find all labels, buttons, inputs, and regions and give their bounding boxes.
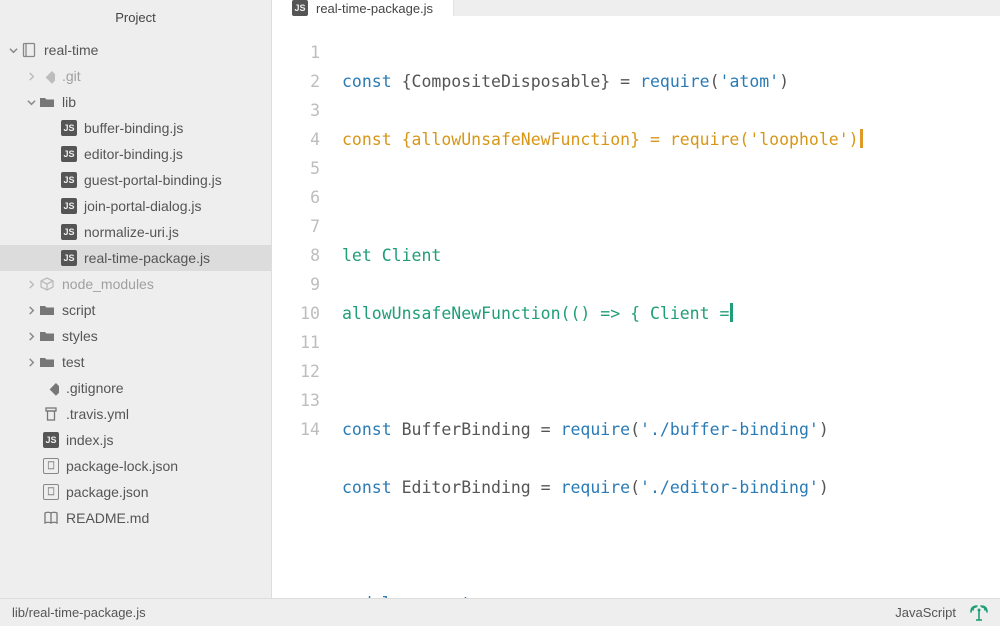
chevron-down-icon[interactable] [6, 46, 20, 55]
file-tree: real-time .git lib [0, 35, 271, 598]
tree-label: .gitignore [66, 380, 263, 396]
tree-file-gitignore[interactable]: .gitignore [0, 375, 271, 401]
tree-file-join-portal-dialog[interactable]: JS join-portal-dialog.js [0, 193, 271, 219]
folder-open-icon [38, 94, 56, 110]
line-number: 14 [272, 415, 320, 444]
tree-label: script [62, 302, 263, 318]
tree-label: real-time-package.js [84, 250, 263, 266]
repo-icon [20, 42, 38, 58]
line-number: 12 [272, 357, 320, 386]
tree-file-index-js[interactable]: JS index.js [0, 427, 271, 453]
tree-label: test [62, 354, 263, 370]
travis-icon [42, 406, 60, 422]
tree-file-package-lock[interactable]: ⎕ package-lock.json [0, 453, 271, 479]
tree-file-editor-binding[interactable]: JS editor-binding.js [0, 141, 271, 167]
tree-file-buffer-binding[interactable]: JS buffer-binding.js [0, 115, 271, 141]
tab-bar: JS real-time-package.js [272, 0, 1000, 16]
tree-file-readme[interactable]: README.md [0, 505, 271, 531]
tree-file-normalize-uri[interactable]: JS normalize-uri.js [0, 219, 271, 245]
tree-label: styles [62, 328, 263, 344]
project-sidebar: Project real-time .git [0, 0, 272, 598]
remote-cursor-icon [730, 303, 733, 322]
remote-cursor-icon [860, 129, 863, 148]
book-icon [42, 510, 60, 526]
line-number: 1 [272, 38, 320, 67]
tree-folder-git[interactable]: .git [0, 63, 271, 89]
tree-root-real-time[interactable]: real-time [0, 37, 271, 63]
tree-label: .git [62, 68, 263, 84]
line-number: 2 [272, 67, 320, 96]
tree-label: package-lock.json [66, 458, 263, 474]
tree-label: editor-binding.js [84, 146, 263, 162]
folder-icon [38, 328, 56, 344]
chevron-right-icon[interactable] [24, 280, 38, 289]
tree-folder-script[interactable]: script [0, 297, 271, 323]
tree-label: normalize-uri.js [84, 224, 263, 240]
code-editor[interactable]: 1 2 3 4 5 6 7 8 9 10 11 12 13 14 const {… [272, 16, 1000, 598]
tree-label: .travis.yml [66, 406, 263, 422]
json-file-icon: ⎕ [42, 458, 60, 474]
tree-label: package.json [66, 484, 263, 500]
tree-label: index.js [66, 432, 263, 448]
js-file-icon: JS [60, 146, 78, 162]
js-file-icon: JS [60, 250, 78, 266]
editor-area: JS real-time-package.js 1 2 3 4 5 6 7 8 … [272, 0, 1000, 598]
tree-file-package-json[interactable]: ⎕ package.json [0, 479, 271, 505]
code-content[interactable]: const {CompositeDisposable} = require('a… [342, 38, 1000, 598]
tab-label: real-time-package.js [316, 1, 433, 16]
status-file-path[interactable]: lib/real-time-package.js [12, 605, 146, 620]
tree-file-guest-portal-binding[interactable]: JS guest-portal-binding.js [0, 167, 271, 193]
status-language[interactable]: JavaScript [895, 605, 956, 620]
chevron-right-icon[interactable] [24, 306, 38, 315]
line-gutter: 1 2 3 4 5 6 7 8 9 10 11 12 13 14 [272, 38, 342, 598]
js-file-icon: JS [42, 432, 60, 448]
js-file-icon: JS [60, 172, 78, 188]
line-number: 9 [272, 270, 320, 299]
tree-file-real-time-package[interactable]: JS real-time-package.js [0, 245, 271, 271]
chevron-down-icon[interactable] [24, 98, 38, 107]
js-file-icon: JS [60, 120, 78, 136]
line-number: 13 [272, 386, 320, 415]
js-file-icon: JS [60, 224, 78, 240]
tree-label: buffer-binding.js [84, 120, 263, 136]
status-bar: lib/real-time-package.js JavaScript [0, 598, 1000, 626]
tree-label: README.md [66, 510, 263, 526]
tree-folder-styles[interactable]: styles [0, 323, 271, 349]
tree-label: node_modules [62, 276, 263, 292]
tree-label: lib [62, 94, 263, 110]
chevron-right-icon[interactable] [24, 358, 38, 367]
sidebar-title: Project [0, 0, 271, 35]
line-number: 10 [272, 299, 320, 328]
js-file-icon: JS [292, 0, 308, 16]
line-number: 8 [272, 241, 320, 270]
json-file-icon: ⎕ [42, 484, 60, 500]
line-number: 4 [272, 125, 320, 154]
tree-label: real-time [44, 42, 263, 58]
tree-file-travis[interactable]: .travis.yml [0, 401, 271, 427]
line-number: 6 [272, 183, 320, 212]
tree-folder-test[interactable]: test [0, 349, 271, 375]
chevron-right-icon[interactable] [24, 332, 38, 341]
tree-label: guest-portal-binding.js [84, 172, 263, 188]
chevron-right-icon[interactable] [24, 72, 38, 81]
tab-real-time-package[interactable]: JS real-time-package.js [272, 0, 454, 16]
teletype-icon[interactable] [970, 604, 988, 622]
git-icon [38, 68, 56, 84]
git-icon [42, 380, 60, 396]
package-icon [38, 276, 56, 292]
folder-icon [38, 354, 56, 370]
js-file-icon: JS [60, 198, 78, 214]
line-number: 5 [272, 154, 320, 183]
line-number: 3 [272, 96, 320, 125]
line-number: 7 [272, 212, 320, 241]
tree-label: join-portal-dialog.js [84, 198, 263, 214]
folder-icon [38, 302, 56, 318]
tree-folder-node-modules[interactable]: node_modules [0, 271, 271, 297]
line-number: 11 [272, 328, 320, 357]
tree-folder-lib[interactable]: lib [0, 89, 271, 115]
